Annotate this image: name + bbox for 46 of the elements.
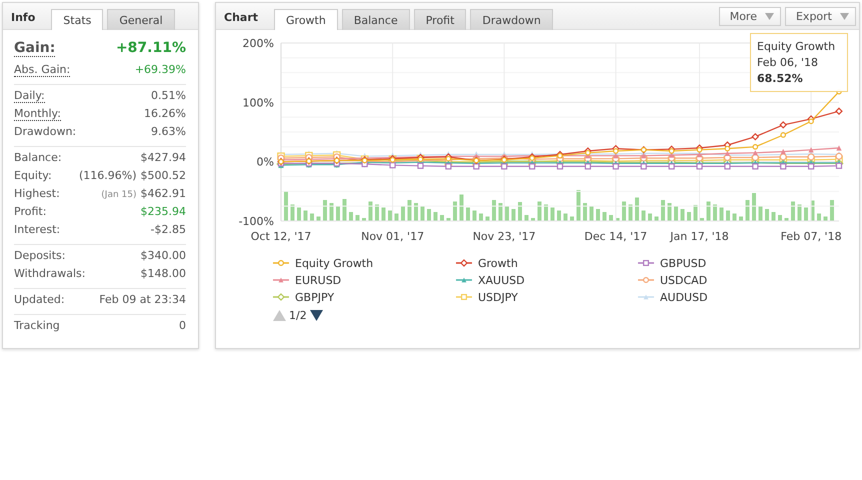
stat-note: (Jan 15) [101, 190, 136, 200]
stat-note: (116.96%) [78, 169, 136, 182]
stat-label: Monthly: [14, 107, 61, 121]
legend-page-counter: 1/2 [289, 309, 307, 322]
axis-label: 200% [242, 37, 274, 50]
stat-label: Deposits: [14, 249, 66, 262]
stat-value: 9.63% [151, 125, 186, 138]
stat-label: Interest: [14, 223, 60, 236]
axis-label: Nov 01, '17 [361, 230, 424, 243]
stat-value: -$2.85 [150, 223, 186, 236]
stat-label: Tracking [14, 319, 60, 332]
axis-label: Jan 17, '18 [670, 230, 729, 243]
panel-title: Chart [224, 10, 258, 24]
axis-label: Dec 14, '17 [584, 230, 648, 243]
stat-label: Equity: [14, 169, 52, 182]
tooltip-value: 68.52% [757, 72, 804, 85]
axis-label: -100% [238, 215, 274, 228]
axis-label: Oct 12, '17 [250, 230, 312, 243]
stat-value: 0 [179, 319, 186, 332]
stat-value: $500.52 [140, 169, 186, 182]
stat-label: Balance: [14, 151, 62, 164]
stat-value: $148.00 [140, 267, 186, 280]
stat-label: Withdrawals: [14, 267, 86, 280]
axis-label: 0% [256, 156, 274, 169]
axis-label: Feb 07, '18 [780, 230, 842, 243]
stat-value: $235.94 [140, 205, 186, 218]
stat-value: $340.00 [140, 249, 186, 262]
stat-value: 0.51% [151, 89, 186, 102]
axis-label: 100% [242, 96, 274, 110]
stat-value: +87.11% [116, 40, 186, 56]
stat-value: +69.39% [134, 63, 186, 76]
stat-value: 16.26% [144, 107, 186, 120]
stat-value: $427.94 [140, 151, 186, 164]
stat-label: Drawdown: [14, 125, 76, 138]
stat-label: Highest: [14, 187, 60, 200]
stat-value: Feb 09 at 23:34 [99, 293, 186, 306]
stat-label: Updated: [14, 293, 65, 306]
stat-label: Gain: [14, 40, 56, 57]
stat-label: Daily: [14, 89, 45, 103]
stat-label: Abs. Gain: [14, 63, 70, 77]
stat-value: $462.91 [140, 187, 186, 200]
tooltip-series: Equity Growth [757, 40, 836, 53]
panel-title: Info [11, 10, 36, 24]
stat-label: Profit: [14, 205, 46, 218]
axis-label: Nov 23, '17 [472, 230, 536, 243]
tooltip-date: Feb 06, '18 [757, 56, 819, 69]
